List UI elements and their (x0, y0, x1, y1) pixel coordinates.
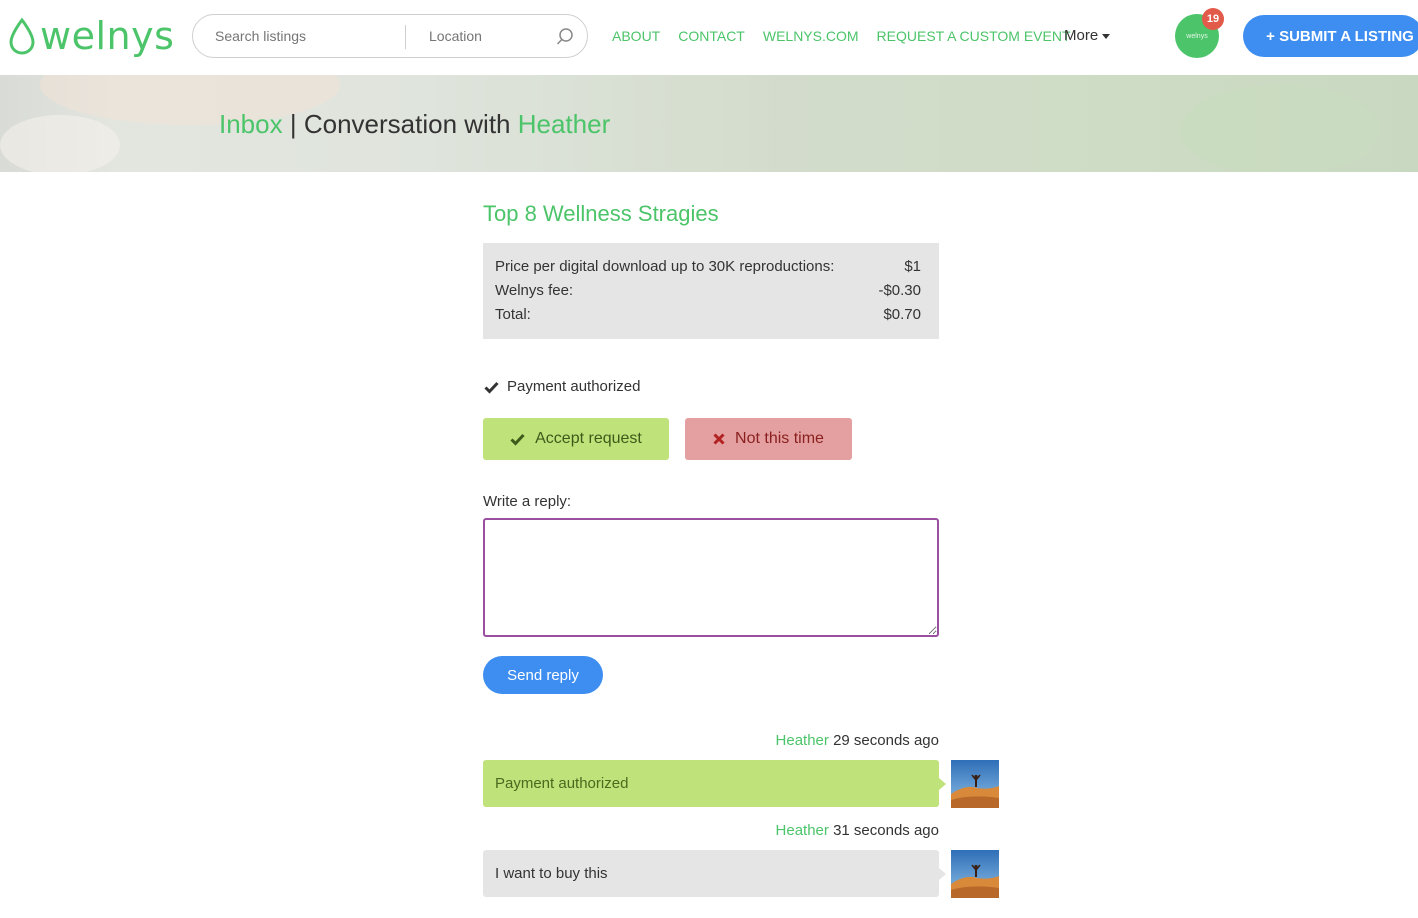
nav-link-contact[interactable]: CONTACT (678, 27, 745, 45)
search-button[interactable] (555, 27, 575, 47)
message-time: 29 seconds ago (833, 732, 939, 749)
reply-label: Write a reply: (483, 493, 572, 510)
total-row: Total: $0.70 (495, 303, 921, 327)
message-time: 31 seconds ago (833, 822, 939, 839)
message-bubble: Payment authorized (483, 760, 946, 807)
check-icon (510, 433, 525, 446)
price-value: $1 (904, 258, 921, 275)
price-summary: Price per digital download up to 30K rep… (483, 243, 939, 339)
message-author[interactable]: Heather (776, 732, 829, 749)
title-separator: | (289, 109, 297, 139)
price-label: Price per digital download up to 30K rep… (495, 258, 835, 275)
more-label: More (1064, 27, 1099, 44)
nav-link-request-custom-event[interactable]: REQUEST A CUSTOM EVENT (877, 27, 1071, 45)
submit-listing-button[interactable]: + SUBMIT A LISTING (1243, 15, 1418, 57)
check-icon (484, 381, 499, 394)
fee-row: Welnys fee: -$0.30 (495, 279, 921, 303)
page-banner: Inbox | Conversation with Heather (0, 75, 1418, 172)
search-listings-input[interactable] (215, 26, 395, 46)
accept-request-button[interactable]: Accept request (483, 418, 669, 460)
message-meta: Heather 29 seconds ago (483, 731, 939, 751)
not-this-time-label: Not this time (735, 430, 824, 447)
banner-decoration (0, 115, 120, 172)
nav-link-about[interactable]: ABOUT (612, 27, 660, 45)
brand-name: welnys (40, 14, 175, 58)
listing-title[interactable]: Top 8 Wellness Stragies (483, 200, 719, 228)
more-dropdown[interactable]: More (1064, 27, 1111, 45)
conversation-label: Conversation with (303, 109, 511, 139)
contact-name-link[interactable]: Heather (518, 109, 611, 139)
total-label: Total: (495, 306, 531, 323)
message-meta: Heather 31 seconds ago (483, 821, 939, 841)
message-bubble: I want to buy this (483, 850, 946, 897)
payment-status: Payment authorized (484, 377, 640, 397)
send-reply-button[interactable]: Send reply (483, 656, 603, 694)
not-this-time-button[interactable]: Not this time (685, 418, 852, 460)
brand-logo[interactable]: welnys (6, 14, 174, 58)
message-author[interactable]: Heather (776, 822, 829, 839)
caret-down-icon (1102, 33, 1111, 39)
price-row: Price per digital download up to 30K rep… (495, 255, 921, 279)
search-divider (405, 25, 406, 49)
avatar[interactable] (951, 760, 999, 808)
payment-status-text: Payment authorized (507, 378, 641, 395)
inbox-link[interactable]: Inbox (219, 109, 283, 139)
user-photo-icon (951, 850, 999, 898)
fee-label: Welnys fee: (495, 282, 574, 299)
avatar-text: welnys (1186, 32, 1208, 40)
droplet-logo-icon (9, 17, 35, 55)
accept-request-label: Accept request (535, 430, 642, 447)
banner-decoration (1180, 85, 1380, 172)
top-navbar: welnys ABOUT CONTACT WELNYS.COM REQUEST … (0, 0, 1418, 75)
close-icon (713, 433, 725, 445)
notification-badge: 19 (1202, 8, 1224, 30)
fee-value: -$0.30 (878, 282, 921, 299)
location-input[interactable] (429, 26, 539, 46)
user-photo-icon (951, 760, 999, 808)
reply-textarea[interactable] (483, 518, 939, 637)
search-bar (192, 14, 588, 58)
main-nav: ABOUT CONTACT WELNYS.COM REQUEST A CUSTO… (612, 27, 1089, 45)
search-icon (556, 28, 573, 45)
page-title: Inbox | Conversation with Heather (219, 108, 610, 140)
avatar[interactable] (951, 850, 999, 898)
user-avatar-button[interactable]: welnys 19 (1175, 8, 1224, 58)
nav-link-welnys-com[interactable]: WELNYS.COM (763, 27, 859, 45)
total-value: $0.70 (883, 306, 921, 323)
